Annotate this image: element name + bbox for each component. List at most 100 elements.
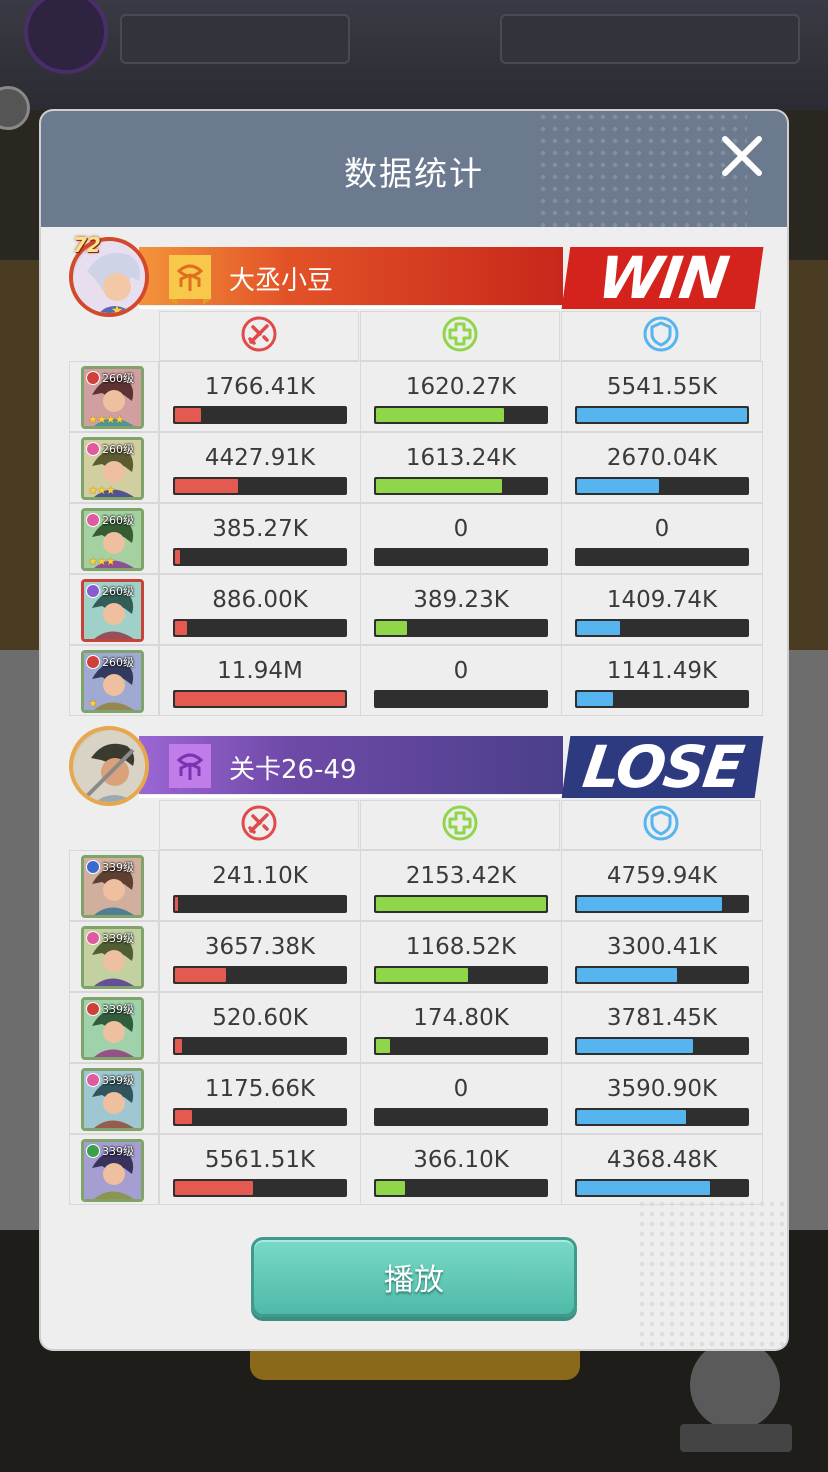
stat-header-attack-icon	[159, 311, 359, 361]
heal-bar-track	[374, 548, 548, 566]
shield-bar-track	[575, 1108, 749, 1126]
hero-portrait[interactable]: 260级 ★★★	[81, 508, 144, 571]
stat-cell-attack: 5561.51K	[159, 1134, 361, 1205]
hero-portrait[interactable]: 339级	[81, 997, 144, 1060]
attack-bar-track	[173, 1037, 347, 1055]
stat-cell-shield: 3590.90K	[561, 1063, 763, 1134]
stat-cell-heal: 0	[360, 645, 562, 716]
hero-level: 339级	[102, 1074, 134, 1087]
stat-cell-attack: 11.94M	[159, 645, 361, 716]
stats-modal: 数据统计 ★ 72 大丞小豆 WIN 260级 ★★★★ 1766.41K 16…	[41, 111, 787, 1349]
stat-header-heal-icon	[360, 311, 560, 361]
attack-value: 1766.41K	[204, 374, 316, 400]
heal-bar-fill	[376, 479, 502, 493]
stat-cell-shield: 0	[561, 503, 763, 574]
attack-value: 385.27K	[212, 516, 308, 542]
stat-cell-shield: 1409.74K	[561, 574, 763, 645]
attack-bar-track	[173, 1179, 347, 1197]
hero-stat-row: 339级 1175.66K 0 3590.90K	[69, 1063, 763, 1134]
team-a-name-band: 大丞小豆	[139, 247, 563, 309]
hero-stat-row: 260级 886.00K 389.23K 1409.74K	[69, 574, 763, 645]
heal-bar-fill	[376, 1039, 390, 1053]
hero-cell: 260级 ★★★★	[69, 361, 159, 432]
background-emblem	[24, 0, 108, 74]
heal-value: 0	[453, 658, 469, 684]
shield-value: 0	[654, 516, 670, 542]
attack-value: 5561.51K	[204, 1147, 316, 1173]
play-button[interactable]: 播放	[251, 1237, 577, 1317]
close-icon[interactable]	[717, 131, 767, 181]
attack-value: 241.10K	[212, 863, 308, 889]
attack-bar-fill	[175, 479, 238, 493]
attack-icon	[240, 315, 278, 357]
attack-bar-fill	[175, 550, 180, 564]
heal-bar-fill	[376, 968, 468, 982]
stat-cell-attack: 520.60K	[159, 992, 361, 1063]
team-b-name-band: 关卡26-49	[139, 736, 563, 798]
hero-level: 260级	[102, 514, 134, 527]
divider	[139, 306, 563, 309]
modal-header: 数据统计	[41, 111, 787, 227]
element-badge-icon	[86, 584, 100, 598]
stat-header-attack-icon	[159, 800, 359, 850]
hero-portrait[interactable]: 339级	[81, 926, 144, 989]
shield-bar-fill	[577, 1110, 686, 1124]
stat-header-heal-icon	[360, 800, 560, 850]
team-b-avatar[interactable]	[69, 726, 149, 806]
stat-cell-attack: 241.10K	[159, 850, 361, 921]
attack-bar-track	[173, 690, 347, 708]
attack-bar-fill	[175, 1110, 192, 1124]
hero-cell: 339级	[69, 1134, 159, 1205]
heal-value: 1620.27K	[405, 374, 517, 400]
attack-bar-track	[173, 548, 347, 566]
hero-portrait[interactable]: 260级	[81, 579, 144, 642]
shield-bar-fill	[577, 897, 722, 911]
heal-value: 0	[453, 516, 469, 542]
attack-bar-track	[173, 477, 347, 495]
shield-value: 3300.41K	[606, 934, 718, 960]
heal-bar-track	[374, 477, 548, 495]
hero-portrait[interactable]: 260级 ★★★	[81, 437, 144, 500]
hero-portrait[interactable]: 339级	[81, 855, 144, 918]
hero-portrait[interactable]: 339级	[81, 1139, 144, 1202]
attack-bar-fill	[175, 968, 226, 982]
shield-bar-track	[575, 406, 749, 424]
stat-cell-heal: 1613.24K	[360, 432, 562, 503]
hero-portrait[interactable]: 260级 ★★★★	[81, 366, 144, 429]
hero-stat-row: 339级 520.60K 174.80K 3781.45K	[69, 992, 763, 1063]
shield-value: 3590.90K	[606, 1076, 718, 1102]
stat-cell-heal: 389.23K	[360, 574, 562, 645]
heal-value: 1613.24K	[405, 445, 517, 471]
shield-bar-track	[575, 690, 749, 708]
banner-flag-icon	[169, 744, 211, 794]
attack-bar-fill	[175, 897, 178, 911]
element-badge-icon	[86, 442, 100, 456]
hero-portrait[interactable]: 260级 ★	[81, 650, 144, 713]
heal-icon	[441, 315, 479, 357]
heal-bar-track	[374, 1037, 548, 1055]
heal-value: 389.23K	[413, 587, 509, 613]
hero-stars: ★	[88, 697, 98, 710]
hero-cell: 339级	[69, 992, 159, 1063]
attack-bar-track	[173, 406, 347, 424]
team-b-header: 关卡26-49 LOSE	[69, 726, 764, 806]
hero-portrait[interactable]: 339级	[81, 1068, 144, 1131]
heal-bar-track	[374, 1179, 548, 1197]
heal-bar-fill	[376, 408, 504, 422]
hero-stat-row: 260级 ★★★★ 1766.41K 1620.27K 5541.55K	[69, 361, 763, 432]
background-tab-left	[120, 14, 350, 64]
stat-cell-shield: 1141.49K	[561, 645, 763, 716]
element-badge-icon	[86, 371, 100, 385]
stat-cell-attack: 4427.91K	[159, 432, 361, 503]
hero-portrait-icon	[73, 730, 145, 802]
shield-bar-track	[575, 619, 749, 637]
element-badge-icon	[86, 860, 100, 874]
hero-stat-row: 260级 ★ 11.94M 0 1141.49K	[69, 645, 763, 716]
heal-bar-fill	[376, 621, 407, 635]
attack-bar-fill	[175, 1181, 253, 1195]
heal-bar-track	[374, 1108, 548, 1126]
heal-value: 174.80K	[413, 1005, 509, 1031]
shield-value: 3781.45K	[606, 1005, 718, 1031]
hero-cell: 260级 ★★★	[69, 503, 159, 574]
stat-cell-attack: 3657.38K	[159, 921, 361, 992]
